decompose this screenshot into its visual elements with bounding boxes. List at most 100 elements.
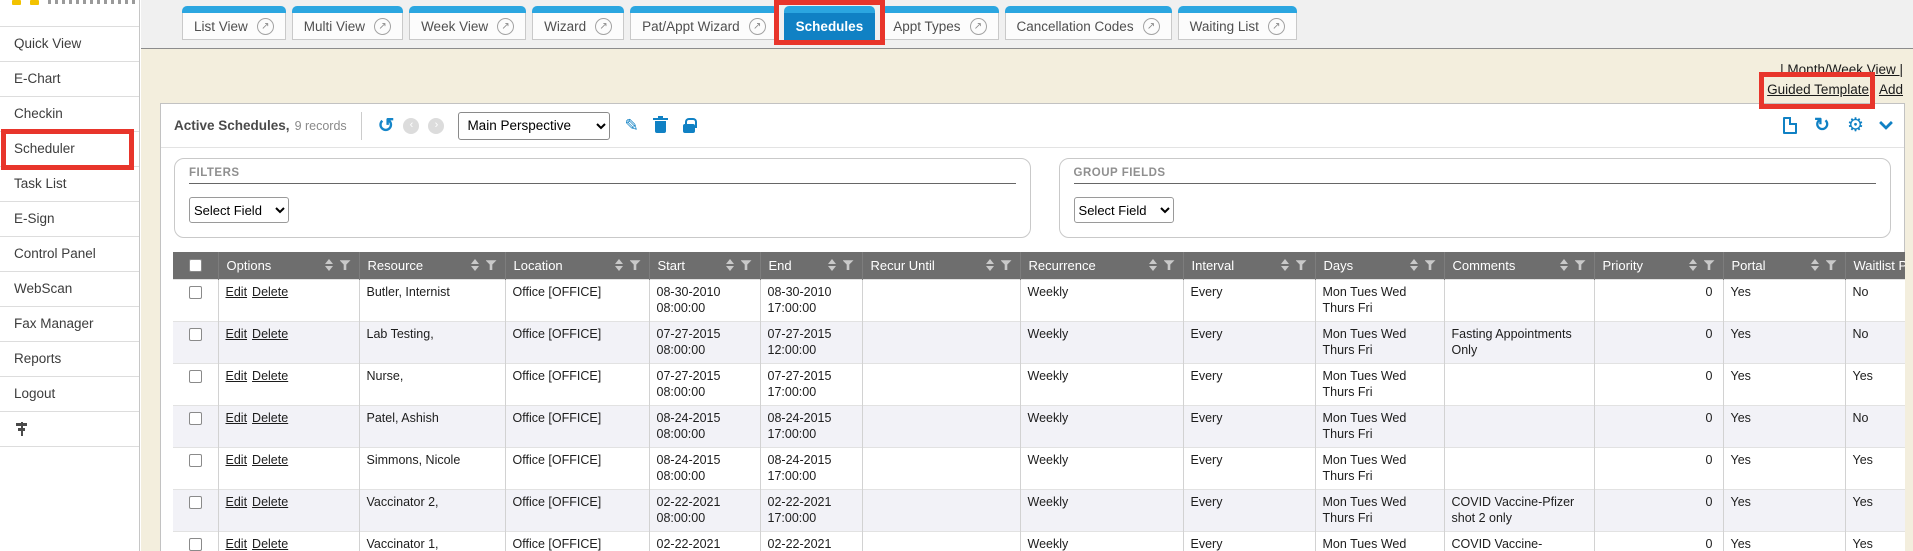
filters-field-select[interactable]: Select Field bbox=[189, 197, 289, 223]
sidebar-pin-row[interactable] bbox=[0, 412, 139, 447]
sort-icon[interactable] bbox=[1149, 259, 1157, 271]
sort-icon[interactable] bbox=[986, 259, 994, 271]
tab-week-view[interactable]: Week View↗ bbox=[409, 6, 526, 40]
delete-link[interactable]: Delete bbox=[252, 285, 288, 299]
delete-link[interactable]: Delete bbox=[252, 495, 288, 509]
tab-waiting-list[interactable]: Waiting List↗ bbox=[1178, 6, 1297, 40]
sort-icon[interactable] bbox=[471, 259, 479, 271]
tab-multi-view[interactable]: Multi View↗ bbox=[292, 6, 403, 40]
sidebar-item-scheduler[interactable]: Scheduler bbox=[0, 132, 139, 167]
edit-link[interactable]: Edit bbox=[226, 537, 248, 551]
edit-link[interactable]: Edit bbox=[226, 327, 248, 341]
row-checkbox[interactable] bbox=[189, 538, 202, 551]
sidebar-item-fax-manager[interactable]: Fax Manager bbox=[0, 307, 139, 342]
select-all-checkbox[interactable] bbox=[189, 259, 202, 272]
recurrence-cell: Weekly bbox=[1020, 489, 1183, 531]
edit-link[interactable]: Edit bbox=[226, 411, 248, 425]
sort-icon[interactable] bbox=[1689, 259, 1697, 271]
sort-icon[interactable] bbox=[1281, 259, 1289, 271]
sort-icon[interactable] bbox=[828, 259, 836, 271]
sort-icon[interactable] bbox=[325, 259, 333, 271]
group-field-select[interactable]: Select Field bbox=[1074, 197, 1174, 223]
delete-link[interactable]: Delete bbox=[252, 369, 288, 383]
filter-funnel-icon[interactable] bbox=[1001, 260, 1012, 270]
row-checkbox[interactable] bbox=[189, 328, 202, 341]
sidebar-item-webscan[interactable]: WebScan bbox=[0, 272, 139, 307]
filter-funnel-icon[interactable] bbox=[340, 260, 351, 270]
delete-link[interactable]: Delete bbox=[252, 411, 288, 425]
tab-cancellation-codes[interactable]: Cancellation Codes↗ bbox=[1005, 6, 1172, 40]
delete-link[interactable]: Delete bbox=[252, 327, 288, 341]
row-checkbox[interactable] bbox=[189, 412, 202, 425]
filter-funnel-icon[interactable] bbox=[1164, 260, 1175, 270]
row-checkbox[interactable] bbox=[189, 286, 202, 299]
open-in-new-window-icon[interactable]: ↗ bbox=[1268, 18, 1285, 35]
tab-schedules[interactable]: Schedules bbox=[784, 6, 876, 40]
tab-top-bar bbox=[532, 6, 624, 13]
new-document-icon[interactable] bbox=[1783, 117, 1797, 134]
edit-link[interactable]: Edit bbox=[226, 453, 248, 467]
tab-wizard[interactable]: Wizard↗ bbox=[532, 6, 624, 40]
sidebar-item-reports[interactable]: Reports bbox=[0, 342, 139, 377]
lock-icon[interactable] bbox=[683, 124, 695, 133]
open-in-new-window-icon[interactable]: ↗ bbox=[1143, 18, 1160, 35]
filter-funnel-icon[interactable] bbox=[843, 260, 854, 270]
days-cell: Mon Tues Wed Thurs Fri bbox=[1315, 531, 1444, 551]
open-in-new-window-icon[interactable]: ↗ bbox=[749, 18, 766, 35]
edit-perspective-icon[interactable]: ✎ bbox=[624, 116, 638, 136]
resource-cell: Vaccinator 1, bbox=[359, 531, 505, 551]
open-in-new-window-icon[interactable]: ↗ bbox=[497, 18, 514, 35]
filter-funnel-icon[interactable] bbox=[1425, 260, 1436, 270]
filter-funnel-icon[interactable] bbox=[1704, 260, 1715, 270]
tab-appt-types[interactable]: Appt Types ↗ bbox=[881, 6, 998, 40]
recurrence-cell: Weekly bbox=[1020, 405, 1183, 447]
collapse-chevron-icon[interactable] bbox=[1879, 116, 1893, 130]
prev-perspective-icon[interactable]: ‹ bbox=[403, 118, 419, 134]
tab-list-view[interactable]: List View↗ bbox=[182, 6, 286, 40]
month-week-view-link[interactable]: | Month/Week View | bbox=[1780, 62, 1903, 77]
filter-funnel-icon[interactable] bbox=[1826, 260, 1837, 270]
sidebar-item-e-chart[interactable]: E-Chart bbox=[0, 62, 139, 97]
sort-icon[interactable] bbox=[1410, 259, 1418, 271]
sort-icon[interactable] bbox=[726, 259, 734, 271]
row-checkbox[interactable] bbox=[189, 496, 202, 509]
sidebar-item-label: Fax Manager bbox=[14, 316, 94, 331]
row-checkbox[interactable] bbox=[189, 370, 202, 383]
sidebar-item-quick-view[interactable]: Quick View bbox=[0, 27, 139, 62]
settings-gear-icon[interactable]: ⚙ bbox=[1847, 116, 1864, 135]
sidebar-item-e-sign[interactable]: E-Sign bbox=[0, 202, 139, 237]
sidebar-item-task-list[interactable]: Task List bbox=[0, 167, 139, 202]
filter-funnel-icon[interactable] bbox=[486, 260, 497, 270]
add-link[interactable]: Add bbox=[1879, 82, 1903, 97]
open-in-new-window-icon[interactable]: ↗ bbox=[257, 18, 274, 35]
perspective-select[interactable]: Main Perspective bbox=[458, 112, 610, 140]
tab-pat-appt-wizard[interactable]: Pat/Appt Wizard↗ bbox=[630, 6, 778, 40]
undo-icon[interactable]: ↺ bbox=[378, 116, 395, 136]
sidebar-item-checkin[interactable]: Checkin bbox=[0, 97, 139, 132]
filter-funnel-icon[interactable] bbox=[1575, 260, 1586, 270]
refresh-icon[interactable]: ↻ bbox=[1814, 116, 1830, 135]
tab-label: Appt Types bbox=[893, 19, 960, 34]
delete-perspective-icon[interactable] bbox=[655, 121, 666, 133]
next-perspective-icon[interactable]: › bbox=[428, 118, 444, 134]
delete-link[interactable]: Delete bbox=[252, 537, 288, 551]
edit-link[interactable]: Edit bbox=[226, 369, 248, 383]
delete-link[interactable]: Delete bbox=[252, 453, 288, 467]
sidebar-item-logout[interactable]: Logout bbox=[0, 377, 139, 412]
sort-icon[interactable] bbox=[615, 259, 623, 271]
sort-icon[interactable] bbox=[1560, 259, 1568, 271]
row-checkbox[interactable] bbox=[189, 454, 202, 467]
edit-link[interactable]: Edit bbox=[226, 285, 248, 299]
guided-template-link[interactable]: Guided Template bbox=[1767, 82, 1869, 97]
filter-funnel-icon[interactable] bbox=[741, 260, 752, 270]
column-header-priority: Priority bbox=[1594, 252, 1723, 279]
edit-link[interactable]: Edit bbox=[226, 495, 248, 509]
pin-icon[interactable] bbox=[16, 422, 27, 436]
filter-funnel-icon[interactable] bbox=[1296, 260, 1307, 270]
sidebar-item-control-panel[interactable]: Control Panel bbox=[0, 237, 139, 272]
open-in-new-window-icon[interactable]: ↗ bbox=[595, 18, 612, 35]
open-in-new-window-icon[interactable]: ↗ bbox=[374, 18, 391, 35]
filter-funnel-icon[interactable] bbox=[630, 260, 641, 270]
open-in-new-window-icon[interactable]: ↗ bbox=[970, 18, 987, 35]
sort-icon[interactable] bbox=[1811, 259, 1819, 271]
